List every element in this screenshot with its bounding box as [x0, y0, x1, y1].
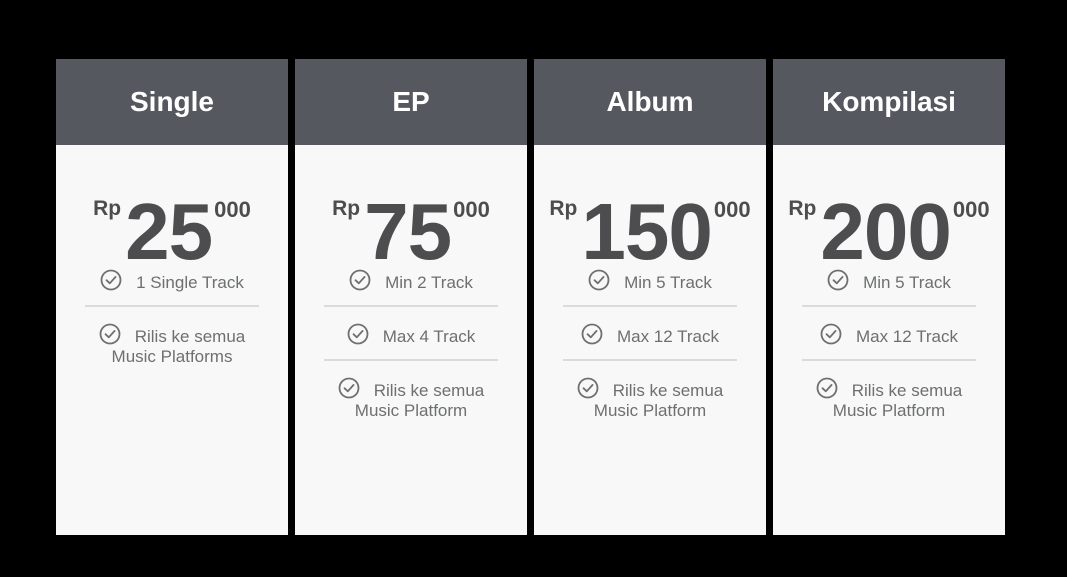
feature-text: Rilis ke semua Music Platform — [593, 381, 724, 420]
feature-item: Rilis ke semua Music Platform — [324, 361, 498, 433]
pricing-card-single: Single Rp 25 000 1 Single Track Rilis ke semu… — [56, 59, 288, 535]
feature-list: Min 2 Track Max 4 Track Rilis ke semua Mus… — [295, 259, 527, 433]
check-circle-icon — [347, 323, 369, 345]
feature-text: Min 5 Track — [863, 273, 951, 292]
feature-item: Rilis ke semua Music Platforms — [85, 307, 259, 379]
feature-text: Rilis ke semua Music Platforms — [111, 327, 246, 366]
pricing-card-album: Album Rp 150 000 Min 5 Track Max 12 Track Rili… — [534, 59, 766, 535]
check-circle-icon — [349, 269, 371, 291]
feature-item: Rilis ke semua Music Platform — [802, 361, 976, 433]
feature-text: 1 Single Track — [136, 273, 244, 292]
plan-price: Rp 150 000 — [534, 145, 766, 272]
check-circle-icon — [100, 269, 122, 291]
check-circle-icon — [577, 377, 599, 399]
feature-item: Rilis ke semua Music Platform — [563, 361, 737, 433]
pricing-card-ep: EP Rp 75 000 Min 2 Track Max 4 Track Rilis ke … — [295, 59, 527, 535]
feature-list: 1 Single Track Rilis ke semua Music Platf… — [56, 259, 288, 379]
price-currency: Rp — [549, 197, 578, 220]
feature-text: Max 12 Track — [616, 327, 720, 346]
feature-item: Min 5 Track — [802, 259, 976, 307]
check-circle-icon — [581, 323, 603, 345]
price-suffix: 000 — [713, 197, 751, 222]
price-suffix: 000 — [952, 197, 990, 222]
check-circle-icon — [338, 377, 360, 399]
price-suffix: 000 — [214, 197, 251, 222]
plan-price: Rp 25 000 — [56, 145, 288, 272]
price-suffix: 000 — [453, 197, 490, 222]
feature-item: Max 4 Track — [324, 307, 498, 361]
check-circle-icon — [99, 323, 121, 345]
feature-item: Max 12 Track — [563, 307, 737, 361]
feature-text: Rilis ke semua Music Platform — [354, 381, 485, 420]
plan-price: Rp 75 000 — [295, 145, 527, 272]
feature-text: Min 2 Track — [385, 273, 473, 292]
check-circle-icon — [820, 323, 842, 345]
feature-item: Min 2 Track — [324, 259, 498, 307]
feature-list: Min 5 Track Max 12 Track Rilis ke semua Mu… — [534, 259, 766, 433]
price-currency: Rp — [93, 197, 122, 220]
feature-item: Max 12 Track — [802, 307, 976, 361]
check-circle-icon — [816, 377, 838, 399]
pricing-cards: Single Rp 25 000 1 Single Track Rilis ke semu… — [56, 59, 1005, 535]
pricing-card-kompilasi: Kompilasi Rp 200 000 Min 5 Track Max 12 Track… — [773, 59, 1005, 535]
feature-text: Max 4 Track — [382, 327, 476, 346]
plan-price: Rp 200 000 — [773, 145, 1005, 272]
plan-title: Single — [56, 59, 288, 145]
feature-item: 1 Single Track — [85, 259, 259, 307]
plan-title: EP — [295, 59, 527, 145]
feature-list: Min 5 Track Max 12 Track Rilis ke semua Mu… — [773, 259, 1005, 433]
price-currency: Rp — [332, 197, 361, 220]
feature-item: Min 5 Track — [563, 259, 737, 307]
check-circle-icon — [588, 269, 610, 291]
plan-title: Kompilasi — [773, 59, 1005, 145]
feature-text: Rilis ke semua Music Platform — [832, 381, 963, 420]
price-currency: Rp — [788, 197, 817, 220]
check-circle-icon — [827, 269, 849, 291]
feature-text: Max 12 Track — [855, 327, 959, 346]
plan-title: Album — [534, 59, 766, 145]
feature-text: Min 5 Track — [624, 273, 712, 292]
